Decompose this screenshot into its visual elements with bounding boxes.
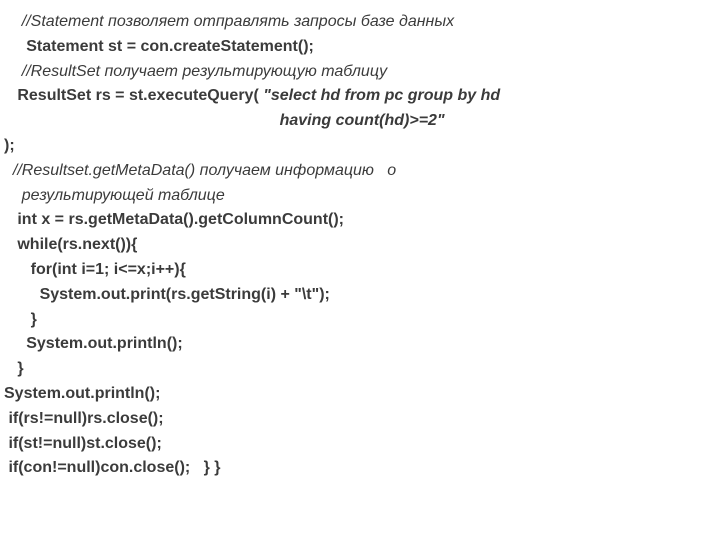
code-create-statement: Statement st = con.createStatement(); (4, 35, 708, 60)
code-println-outer: System.out.println(); (4, 382, 708, 407)
comment-resultset: //ResultSet получает результирующую табл… (4, 60, 708, 85)
code-close-st: if(st!=null)st.close(); (4, 432, 708, 457)
code-while: while(rs.next()){ (4, 233, 708, 258)
code-println-inner: System.out.println(); (4, 332, 708, 357)
code-execute-query: ResultSet rs = st.executeQuery( "select … (4, 84, 708, 109)
code-snippet-page: //Statement позволяет отправлять запросы… (0, 0, 720, 540)
comment-statement: //Statement позволяет отправлять запросы… (4, 10, 708, 35)
code-close-rs: if(rs!=null)rs.close(); (4, 407, 708, 432)
code-close-while: } (4, 357, 708, 382)
code-for: for(int i=1; i<=x;i++){ (4, 258, 708, 283)
sql-query-part2: having count(hd)>=2" (4, 109, 708, 134)
code-print: System.out.print(rs.getString(i) + "\t")… (4, 283, 708, 308)
comment-getmetadata-2: результирующей таблице (4, 184, 708, 209)
comment-getmetadata-1: //Resultset.getMetaData() получаем инфор… (4, 159, 708, 184)
code-close-paren: ); (4, 134, 708, 159)
code-column-count: int x = rs.getMetaData().getColumnCount(… (4, 208, 708, 233)
code-close-con: if(con!=null)con.close(); } } (4, 456, 708, 481)
sql-query-part1: "select hd from pc group by hd (263, 87, 500, 104)
code-close-for: } (4, 308, 708, 333)
